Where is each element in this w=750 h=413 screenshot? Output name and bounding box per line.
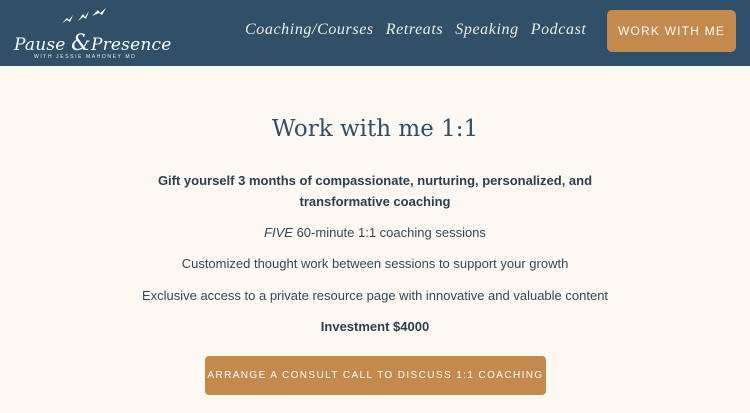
nav-speaking[interactable]: Speaking [455, 21, 518, 39]
page-title: Work with me 1:1 [271, 116, 479, 142]
main-nav: Coaching/Courses Retreats Speaking Podca… [245, 21, 586, 39]
logo-wordmark: Pause &Presence [14, 31, 172, 56]
nav-coaching-courses[interactable]: Coaching/Courses [245, 21, 374, 39]
resource-access-line: Exclusive access to a private resource p… [141, 288, 609, 303]
site-logo[interactable]: Pause &Presence WITH JESSIE MAHONEY MD [14, 6, 171, 62]
nav-retreats[interactable]: Retreats [386, 21, 444, 39]
work-with-me-button[interactable]: WORK WITH ME [607, 10, 736, 52]
investment-price: Investment $4000 [320, 319, 430, 334]
logo-ampersand: & [71, 31, 91, 56]
main-content: Work with me 1:1 Gift yourself 3 months … [0, 66, 750, 413]
logo-subtitle: WITH JESSIE MAHONEY MD [34, 54, 137, 60]
site-header: Pause &Presence WITH JESSIE MAHONEY MD C… [0, 0, 750, 66]
sessions-emphasis: FIVE [264, 225, 293, 240]
thought-work-line: Customized thought work between sessions… [181, 256, 569, 271]
sessions-line: FIVE 60-minute 1:1 coaching sessions [0, 225, 750, 240]
arrange-consult-button[interactable]: ARRANGE A CONSULT CALL TO DISCUSS 1:1 CO… [205, 356, 546, 395]
sessions-text: 60-minute 1:1 coaching sessions [292, 225, 486, 240]
nav-podcast[interactable]: Podcast [531, 21, 587, 39]
gift-statement: Gift yourself 3 months of compassionate,… [157, 173, 593, 209]
birds-icon [62, 8, 106, 23]
